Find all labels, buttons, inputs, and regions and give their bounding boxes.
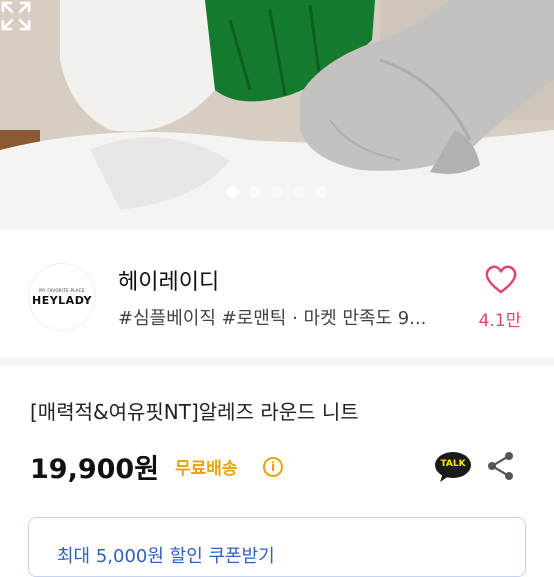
section-divider	[0, 358, 554, 366]
shop-logo[interactable]: MY FAVORITE PLACE HEYLADY	[28, 263, 96, 331]
expand-icon[interactable]	[0, 0, 32, 32]
heart-icon[interactable]	[484, 263, 518, 297]
info-icon[interactable]: i	[263, 457, 283, 477]
share-icon[interactable]	[486, 451, 516, 481]
page-dot[interactable]	[315, 186, 327, 198]
shop-name[interactable]: 헤이레이디	[118, 264, 219, 296]
product-title: [매력적&여유핏NT]알레즈 라운드 니트	[30, 400, 359, 424]
page-dot[interactable]	[271, 186, 283, 198]
product-image-gallery[interactable]	[0, 0, 554, 230]
gallery-pagination	[0, 186, 554, 198]
logo-tagline: MY FAVORITE PLACE	[39, 287, 85, 293]
coupon-banner[interactable]: 최대 5,000원 할인 쿠폰받기	[28, 517, 526, 577]
talk-label: TALK	[440, 459, 466, 469]
page-dot[interactable]	[293, 186, 305, 198]
shop-tags: #심플베이직 #로맨틱 · 마켓 만족도 9...	[118, 308, 427, 329]
like-count: 4.1만	[478, 311, 522, 331]
shop-info[interactable]: MY FAVORITE PLACE HEYLADY 헤이레이디 #심플베이직 #…	[0, 230, 554, 358]
talk-button[interactable]: TALK	[434, 451, 472, 483]
page-dot[interactable]	[249, 186, 261, 198]
logo-name: HEYLADY	[31, 293, 92, 307]
page-dot[interactable]	[227, 186, 239, 198]
product-price: 19,900원	[30, 454, 160, 485]
coupon-text: 최대 5,000원 할인 쿠폰받기	[57, 546, 275, 567]
shipping-badge: 무료배송	[175, 459, 238, 479]
